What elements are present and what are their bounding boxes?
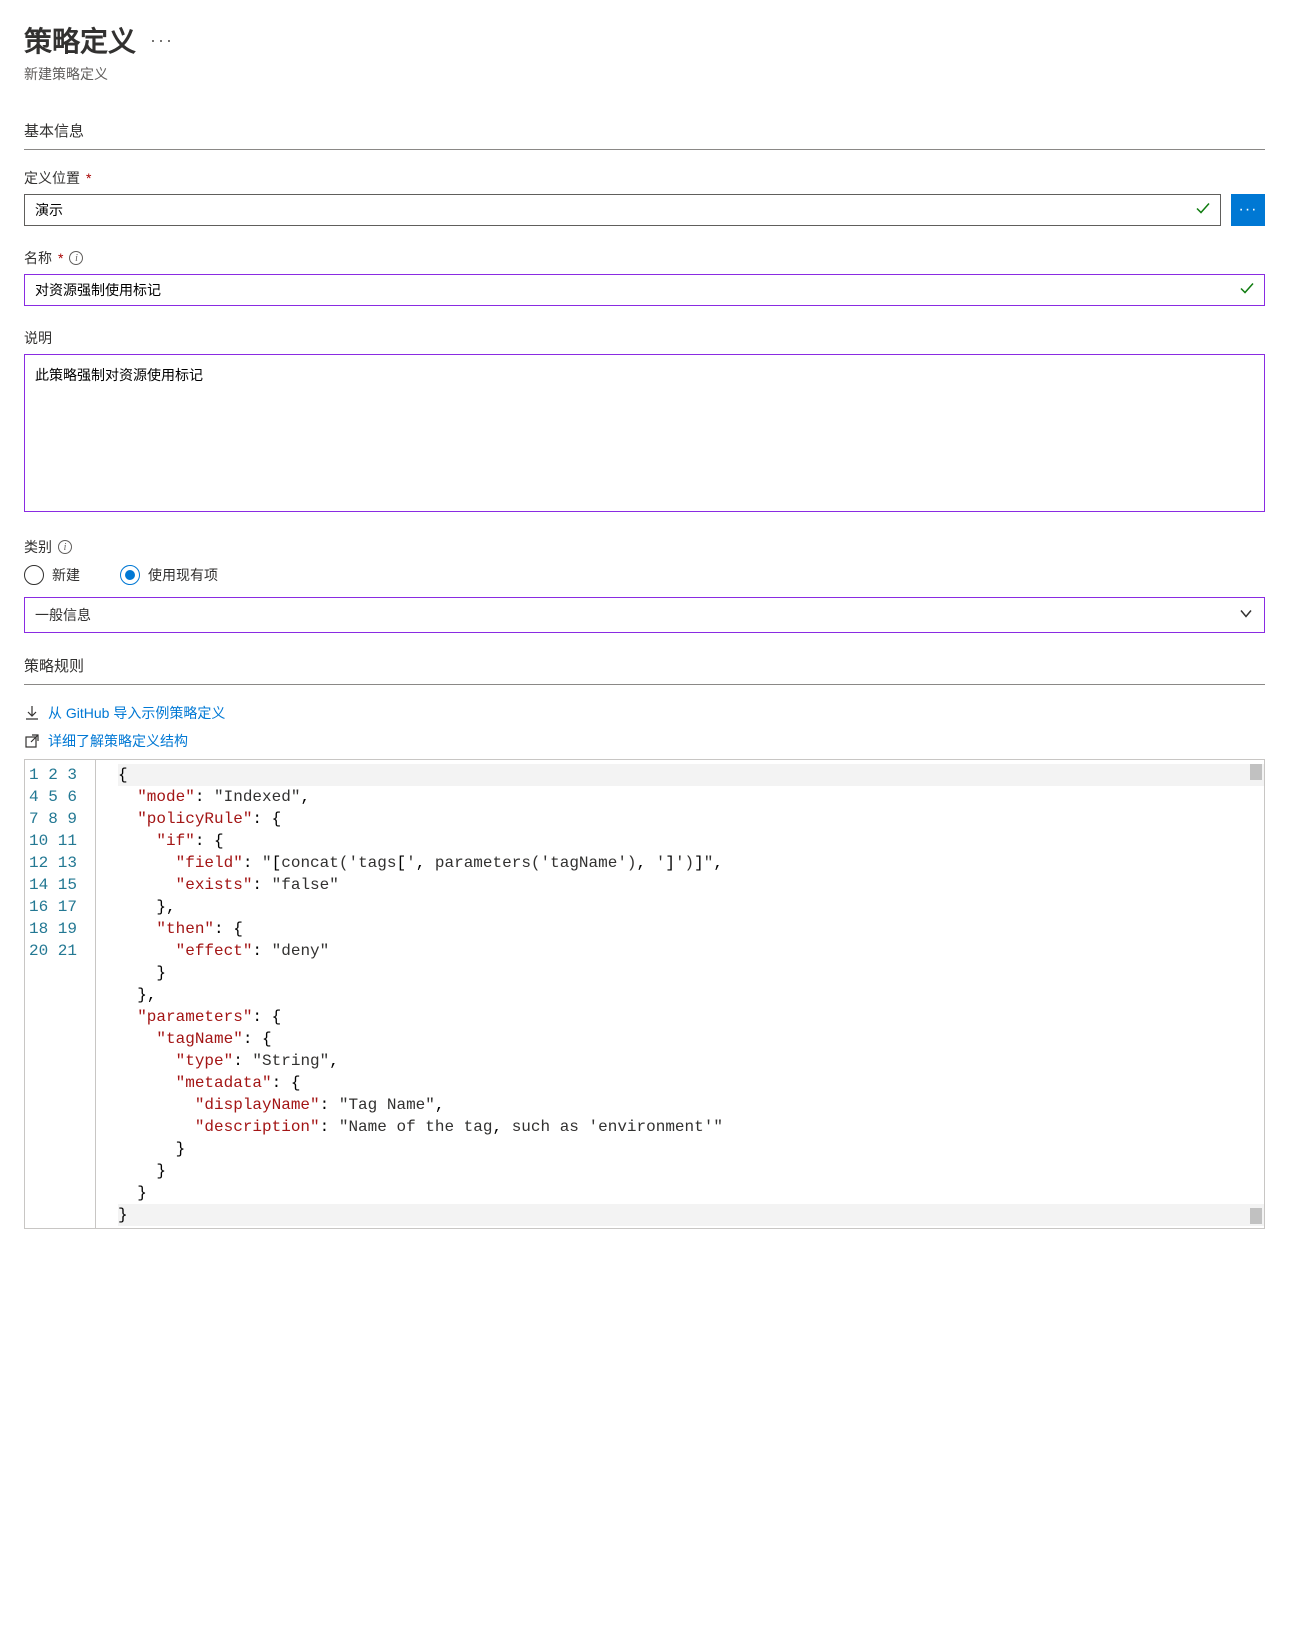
location-input[interactable]: [24, 194, 1221, 226]
info-icon[interactable]: i: [69, 251, 83, 265]
section-basic-label: 基本信息: [24, 120, 1265, 141]
name-input[interactable]: [24, 274, 1265, 306]
editor-code[interactable]: { "mode": "Indexed", "policyRule": { "if…: [95, 760, 1264, 1228]
radio-icon: [24, 565, 44, 585]
required-indicator: *: [86, 170, 91, 186]
github-link-text: 从 GitHub 导入示例策略定义: [48, 703, 225, 723]
radio-icon: [120, 565, 140, 585]
scrollbar-thumb[interactable]: [1250, 764, 1262, 780]
page-subtitle: 新建策略定义: [24, 64, 1265, 84]
category-radio-new[interactable]: 新建: [24, 565, 80, 585]
category-radio-existing[interactable]: 使用现有项: [120, 565, 218, 585]
more-menu-icon[interactable]: ···: [150, 30, 174, 51]
section-rule-label: 策略规则: [24, 655, 1265, 676]
category-label: 类别: [24, 537, 52, 557]
description-textarea[interactable]: [24, 354, 1265, 512]
location-picker-button[interactable]: ···: [1231, 194, 1265, 226]
editor-gutter: 1 2 3 4 5 6 7 8 9 10 11 12 13 14 15 16 1…: [25, 760, 95, 1228]
external-link-icon: [24, 733, 40, 749]
page-title: 策略定义: [24, 20, 136, 60]
download-icon: [24, 705, 40, 721]
policy-rule-editor[interactable]: 1 2 3 4 5 6 7 8 9 10 11 12 13 14 15 16 1…: [24, 759, 1265, 1229]
name-label: 名称: [24, 248, 52, 268]
import-from-github-link[interactable]: 从 GitHub 导入示例策略定义: [24, 703, 1265, 723]
radio-label-new: 新建: [52, 565, 80, 585]
radio-label-existing: 使用现有项: [148, 565, 218, 585]
location-label: 定义位置: [24, 168, 80, 188]
info-icon[interactable]: i: [58, 540, 72, 554]
section-divider: [24, 684, 1265, 685]
category-select[interactable]: 一般信息: [24, 597, 1265, 633]
required-indicator: *: [58, 250, 63, 266]
description-label: 说明: [24, 328, 52, 348]
learn-link-text: 详细了解策略定义结构: [48, 731, 188, 751]
learn-more-link[interactable]: 详细了解策略定义结构: [24, 731, 1265, 751]
scrollbar-thumb[interactable]: [1250, 1208, 1262, 1224]
section-divider: [24, 149, 1265, 150]
